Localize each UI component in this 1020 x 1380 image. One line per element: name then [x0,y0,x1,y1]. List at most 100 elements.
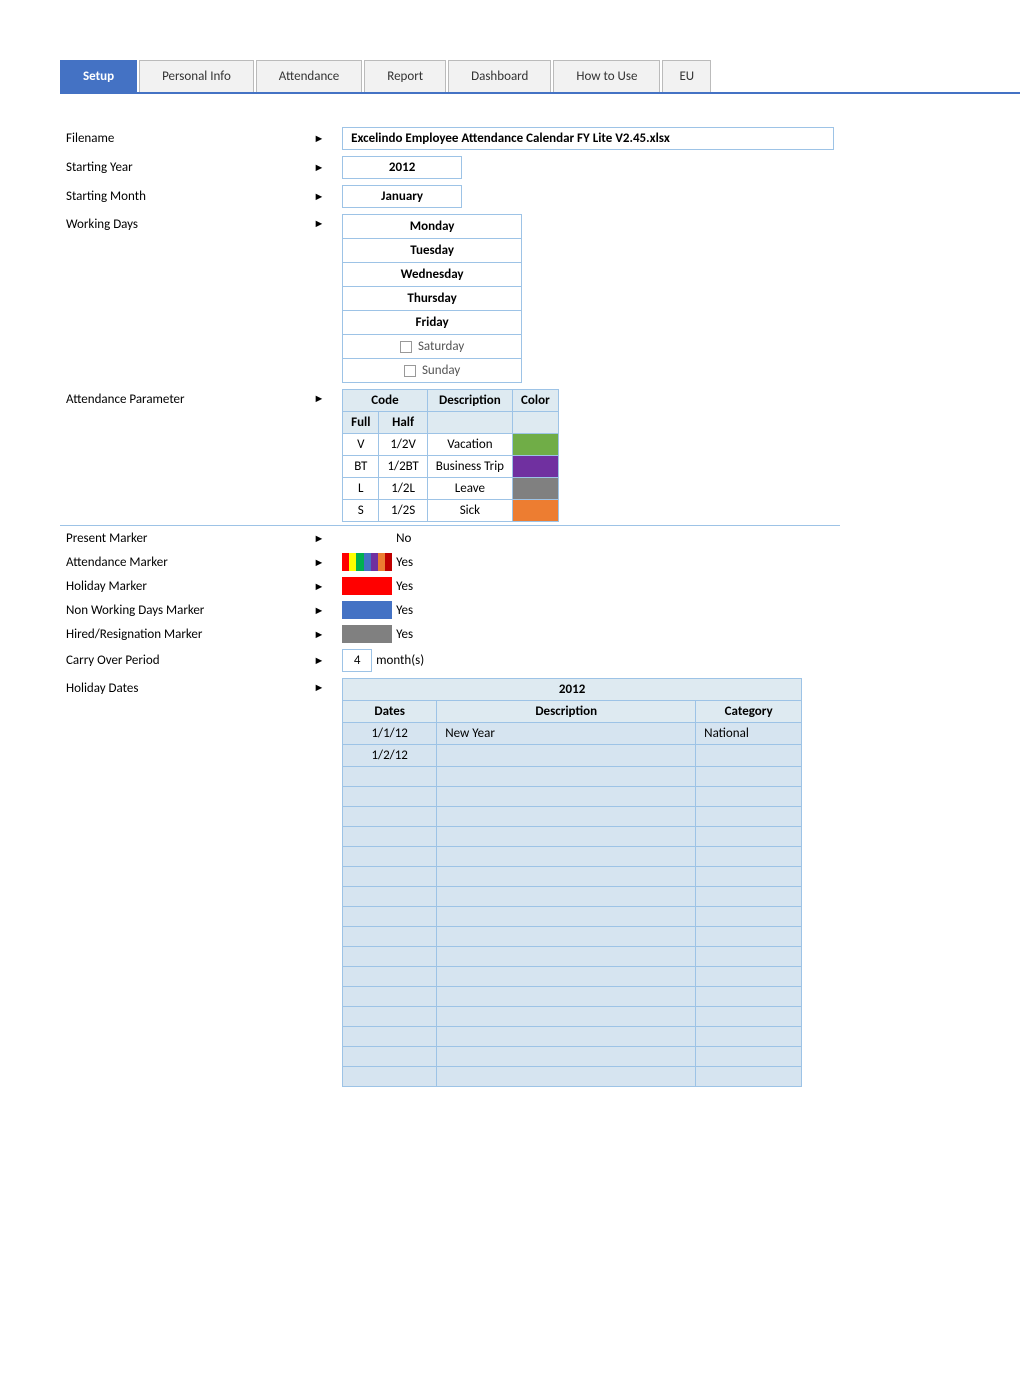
tab-attendance[interactable]: Attendance [256,60,362,92]
holiday-row-9 [343,887,802,907]
attendance-parameter-arrow: ► [302,386,336,526]
holiday-row-12 [343,947,802,967]
holiday-row-11 [343,927,802,947]
starting-year-value[interactable]: 2012 [342,156,462,179]
holiday-desc-2[interactable] [437,745,696,767]
setup-table: Filename ► Excelindo Employee Attendance… [60,124,840,1090]
carry-over-label: Carry Over Period [60,646,302,675]
present-marker-value-container: No [342,529,834,547]
att-param-bt-row: BT 1/2BT Business Trip [343,456,559,478]
wd-thursday[interactable]: Thursday [343,287,521,311]
wd-tuesday[interactable]: Tuesday [343,239,521,263]
holiday-marker-color [342,577,392,595]
tab-report[interactable]: Report [364,60,446,92]
holiday-row-18 [343,1067,802,1087]
att-param-desc-header: Description [427,390,512,412]
wd-sunday[interactable]: Sunday [343,359,521,382]
tab-dashboard-label: Dashboard [471,69,528,84]
att-vacation-full: V [343,434,379,456]
nav-tabs: Setup Personal Info Attendance Report Da… [60,60,1020,94]
non-working-days-label: Non Working Days Marker [60,598,302,622]
wd-wednesday[interactable]: Wednesday [343,263,521,287]
mc-yellow [349,553,356,571]
hired-resignation-value-container: Yes [342,625,834,643]
att-bt-half: 1/2BT [379,456,427,478]
holiday-dates-row: Holiday Dates ► 2012 Dates Description C… [60,675,840,1090]
att-sick-desc: Sick [427,500,512,522]
tab-report-label: Report [387,69,423,84]
hired-resignation-text: Yes [396,627,413,642]
starting-month-value[interactable]: January [342,185,462,208]
working-days-row: Working Days ► Monday Tuesday Wednesday … [60,211,840,386]
sunday-checkbox[interactable] [404,365,416,377]
att-vacation-color [513,434,559,456]
starting-year-row: Starting Year ► 2012 [60,153,840,182]
main-content: Filename ► Excelindo Employee Attendance… [60,124,960,1090]
carry-over-value-container: 4 month(s) [342,649,834,672]
attendance-marker-label: Attendance Marker [60,550,302,574]
tab-setup[interactable]: Setup [60,60,137,92]
holiday-desc-1[interactable]: New Year [437,723,696,745]
tab-dashboard[interactable]: Dashboard [448,60,551,92]
holiday-dates-table: 2012 Dates Description Category 1/1/12 N… [342,678,802,1087]
present-marker-arrow: ► [302,526,336,551]
tab-setup-label: Setup [83,69,114,84]
non-working-days-color [342,601,392,619]
holiday-row-7 [343,847,802,867]
mc-orange [378,553,385,571]
filename-row: Filename ► Excelindo Employee Attendance… [60,124,840,153]
present-marker-row: Present Marker ► No [60,526,840,551]
att-param-vacation-row: V 1/2V Vacation [343,434,559,456]
att-param-half-header: Half [379,412,427,434]
holiday-category-1[interactable]: National [696,723,802,745]
non-working-days-text: Yes [396,603,413,618]
carry-over-number[interactable]: 4 [342,649,372,672]
wd-saturday[interactable]: Saturday [343,335,521,359]
holiday-date-2[interactable]: 1/2/12 [343,745,437,767]
holiday-row-6 [343,827,802,847]
att-bt-desc: Business Trip [427,456,512,478]
holiday-row-15 [343,1007,802,1027]
holiday-row-17 [343,1047,802,1067]
tab-eu[interactable]: EU [662,60,711,92]
mc-blue [364,553,371,571]
tab-personal-info[interactable]: Personal Info [139,60,254,92]
att-leave-full: L [343,478,379,500]
mc-green [356,553,363,571]
holiday-row-14 [343,987,802,1007]
wd-friday[interactable]: Friday [343,311,521,335]
holiday-row-10 [343,907,802,927]
hired-resignation-label: Hired/Resignation Marker [60,622,302,646]
holiday-category-2[interactable] [696,745,802,767]
holiday-row-1: 1/1/12 New Year National [343,723,802,745]
att-sick-color [513,500,559,522]
att-bt-full: BT [343,456,379,478]
attendance-parameter-label: Attendance Parameter [60,386,302,526]
holiday-date-1[interactable]: 1/1/12 [343,723,437,745]
holiday-year-row: 2012 [343,679,802,701]
holiday-marker-text: Yes [396,579,413,594]
att-param-code-header: Code [343,390,428,412]
wd-monday[interactable]: Monday [343,215,521,239]
saturday-checkbox[interactable] [400,341,412,353]
carry-over-unit: month(s) [376,653,424,668]
att-param-sick-row: S 1/2S Sick [343,500,559,522]
present-marker-text: No [396,531,411,546]
starting-year-label: Starting Year [60,153,302,182]
att-vacation-desc: Vacation [427,434,512,456]
non-working-days-arrow: ► [302,598,336,622]
attendance-marker-arrow: ► [302,550,336,574]
filename-arrow: ► [302,124,336,153]
holiday-desc-col-header: Description [437,701,696,723]
starting-month-arrow: ► [302,182,336,211]
tab-personal-info-label: Personal Info [162,69,231,84]
hired-resignation-color [342,625,392,643]
mc-red [342,553,349,571]
tab-how-to-use[interactable]: How to Use [553,60,660,92]
holiday-row-5 [343,807,802,827]
working-days-arrow: ► [302,211,336,386]
holiday-row-16 [343,1027,802,1047]
non-working-days-marker-row: Non Working Days Marker ► Yes [60,598,840,622]
mc-darkred [385,553,392,571]
present-marker-label: Present Marker [60,526,302,551]
